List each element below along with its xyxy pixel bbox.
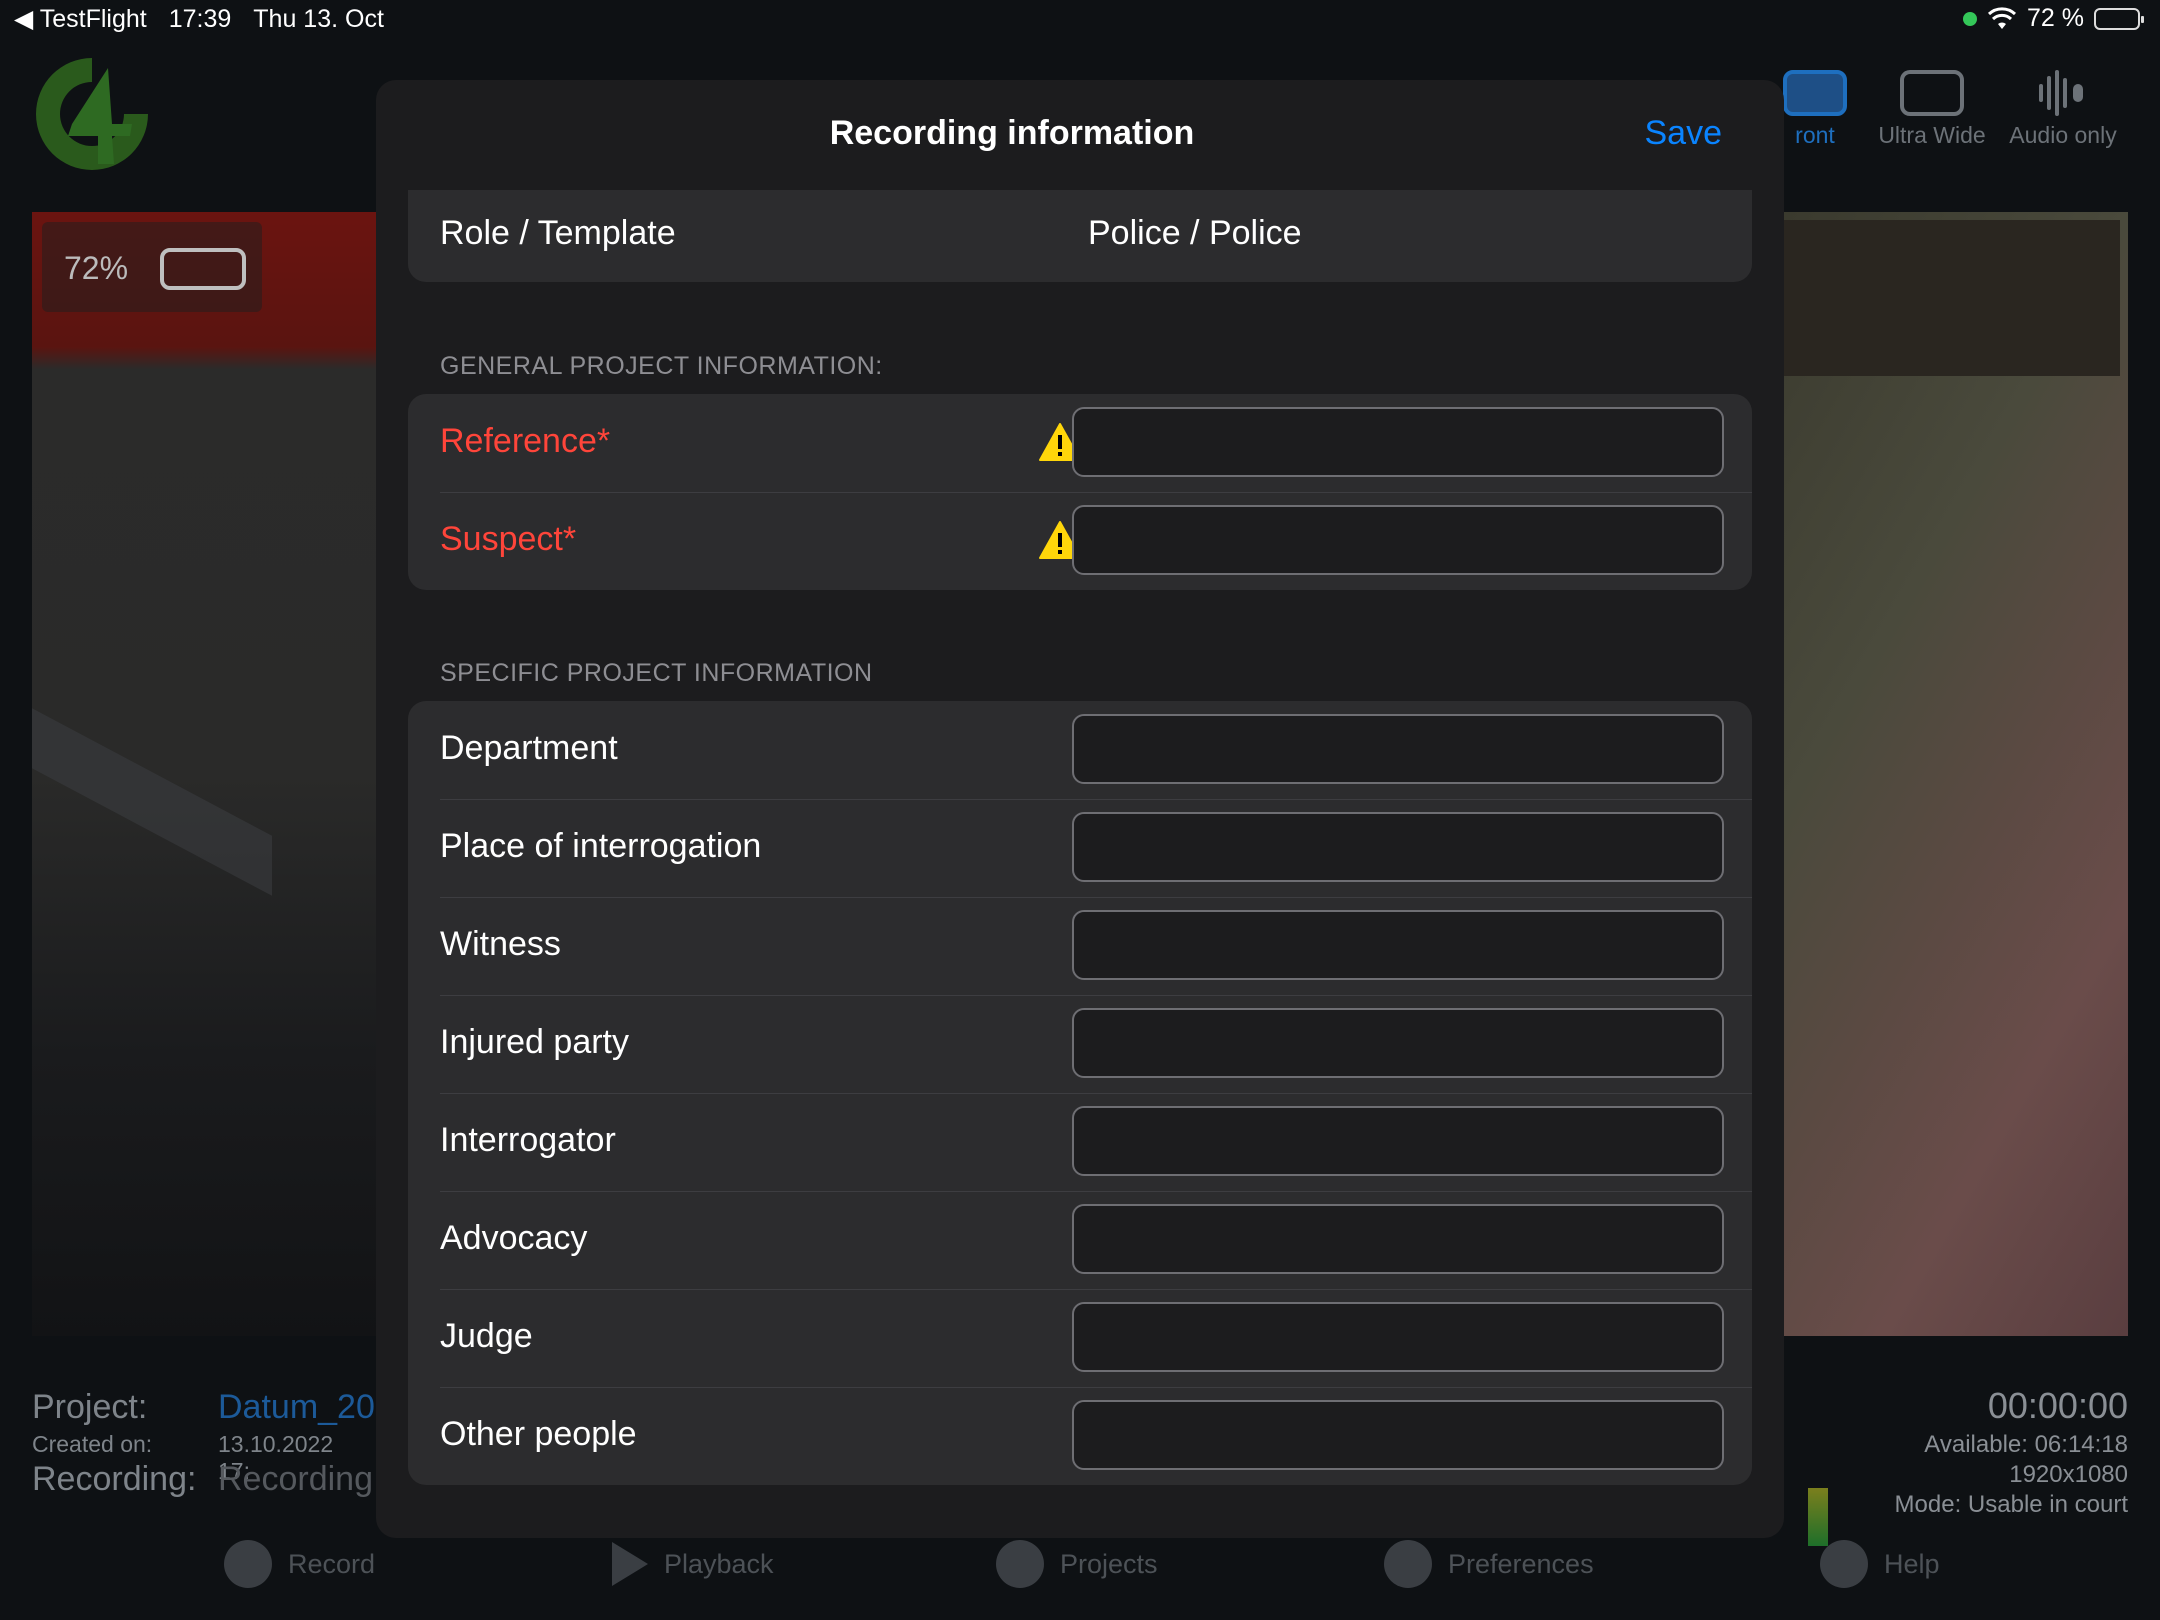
back-to-app-link[interactable]: ◀ TestFlight — [14, 4, 147, 34]
witness-row: Witness — [408, 897, 1752, 995]
other-people-input[interactable] — [1072, 1400, 1724, 1470]
resolution: 1920x1080 — [2009, 1461, 2128, 1488]
battery-percent: 72 % — [2027, 4, 2084, 32]
app-root: ◀ TestFlight 17:39 Thu 13. Oct 72 % 72% — [0, 0, 2160, 1620]
role-template-label: Role / Template — [440, 214, 676, 252]
department-input[interactable] — [1072, 714, 1724, 784]
modal-title: Recording information — [829, 114, 1195, 152]
other-people-row: Other people — [408, 1387, 1752, 1485]
advocacy-label: Advocacy — [440, 1219, 588, 1257]
specific-fields-group: Department Place of interrogation Witnes… — [408, 701, 1752, 1485]
reference-input[interactable] — [1072, 407, 1724, 477]
created-label: Created on: — [32, 1431, 153, 1457]
reference-label: Reference* — [440, 422, 611, 460]
injured-party-row: Injured party — [408, 995, 1752, 1093]
general-fields-group: Reference* Suspect* — [408, 394, 1752, 590]
role-template-row[interactable]: Role / Template Police / Police — [408, 190, 1752, 282]
place-of-interrogation-input[interactable] — [1072, 812, 1724, 882]
camera-icon — [224, 1540, 272, 1588]
camera-preview-left: 72% — [32, 212, 392, 1336]
question-icon — [1820, 1540, 1868, 1588]
suspect-row: Suspect* — [408, 492, 1752, 590]
app-logo-icon — [36, 58, 148, 170]
department-label: Department — [440, 729, 618, 767]
tab-preferences-label: Preferences — [1448, 1548, 1594, 1579]
camera-ultrawide-button[interactable]: Ultra Wide — [1867, 70, 1997, 149]
judge-row: Judge — [408, 1289, 1752, 1387]
judge-input[interactable] — [1072, 1302, 1724, 1372]
tab-projects[interactable]: Projects — [996, 1534, 1158, 1594]
camera-indicator-icon — [1963, 11, 1978, 26]
back-app-label: TestFlight — [39, 5, 147, 33]
save-button[interactable]: Save — [1645, 114, 1723, 153]
advocacy-row: Advocacy — [408, 1191, 1752, 1289]
suspect-input[interactable] — [1072, 505, 1724, 575]
advocacy-input[interactable] — [1072, 1204, 1724, 1274]
recording-timer: 00:00:00 — [1987, 1385, 2128, 1426]
tab-bar: Record Playback Projects Preferences Hel… — [0, 1534, 2160, 1620]
tab-playback-label: Playback — [664, 1548, 774, 1579]
judge-label: Judge — [440, 1317, 533, 1355]
status-time: 17:39 — [168, 4, 232, 33]
battery-overlay: 72% — [42, 222, 262, 312]
project-label: Project: — [32, 1388, 148, 1426]
role-template-value: Police / Police — [1088, 214, 1302, 252]
audio-only-label: Audio only — [2009, 122, 2117, 148]
battery-overlay-icon — [160, 248, 246, 290]
pencil-icon — [996, 1540, 1044, 1588]
recording-value: Recording — [218, 1460, 373, 1498]
tab-help[interactable]: Help — [1820, 1534, 1940, 1594]
gear-icon — [1384, 1540, 1432, 1588]
recording-information-modal: Recording information Save Role / Templa… — [376, 80, 1784, 1538]
tab-preferences[interactable]: Preferences — [1384, 1534, 1594, 1594]
specific-section-header: SPECIFIC PROJECT INFORMATION — [440, 659, 873, 687]
place-of-interrogation-row: Place of interrogation — [408, 799, 1752, 897]
place-of-interrogation-label: Place of interrogation — [440, 827, 762, 865]
witness-label: Witness — [440, 925, 561, 963]
interrogator-label: Interrogator — [440, 1121, 616, 1159]
camera-rotate-icon — [1783, 70, 1847, 116]
witness-input[interactable] — [1072, 910, 1724, 980]
department-row: Department — [408, 701, 1752, 799]
tab-help-label: Help — [1884, 1548, 1940, 1579]
interrogator-input[interactable] — [1072, 1106, 1724, 1176]
available-time: Available: 06:14:18 — [1924, 1431, 2128, 1458]
status-bar: ◀ TestFlight 17:39 Thu 13. Oct 72 % — [0, 0, 2160, 40]
wifi-icon — [1987, 6, 2017, 29]
microphone-waveform-icon — [2033, 70, 2093, 116]
recording-mode: Mode: Usable in court — [1894, 1491, 2128, 1518]
project-name-link[interactable]: Datum_20 — [218, 1388, 375, 1427]
interrogator-row: Interrogator — [408, 1093, 1752, 1191]
recording-label: Recording: — [32, 1460, 197, 1498]
project-info: Project: Datum_20 Created on: 13.10.2022 1… — [32, 1388, 375, 1499]
camera-rotate-icon — [1900, 70, 1964, 116]
modal-header: Recording information Save — [376, 80, 1784, 190]
tab-record[interactable]: Record — [224, 1534, 375, 1594]
suspect-label: Suspect* — [440, 520, 577, 558]
tab-record-label: Record — [288, 1548, 376, 1579]
tab-projects-label: Projects — [1060, 1548, 1158, 1579]
audio-only-button[interactable]: Audio only — [1998, 70, 2128, 149]
play-icon — [612, 1542, 648, 1586]
general-section-header: GENERAL PROJECT INFORMATION: — [440, 352, 883, 380]
other-people-label: Other people — [440, 1415, 637, 1453]
status-date: Thu 13. Oct — [253, 4, 384, 33]
injured-party-label: Injured party — [440, 1023, 629, 1061]
camera-preview-right — [1784, 212, 2128, 1336]
battery-overlay-percent: 72% — [64, 250, 129, 286]
reference-row: Reference* — [408, 394, 1752, 492]
injured-party-input[interactable] — [1072, 1008, 1724, 1078]
recording-info: 00:00:00 Available: 06:14:18 1920x1080 M… — [1895, 1382, 2128, 1520]
tab-playback[interactable]: Playback — [612, 1534, 774, 1594]
camera-front-label: ront — [1795, 122, 1835, 148]
camera-ultrawide-label: Ultra Wide — [1878, 122, 1986, 148]
battery-icon — [2094, 7, 2144, 30]
